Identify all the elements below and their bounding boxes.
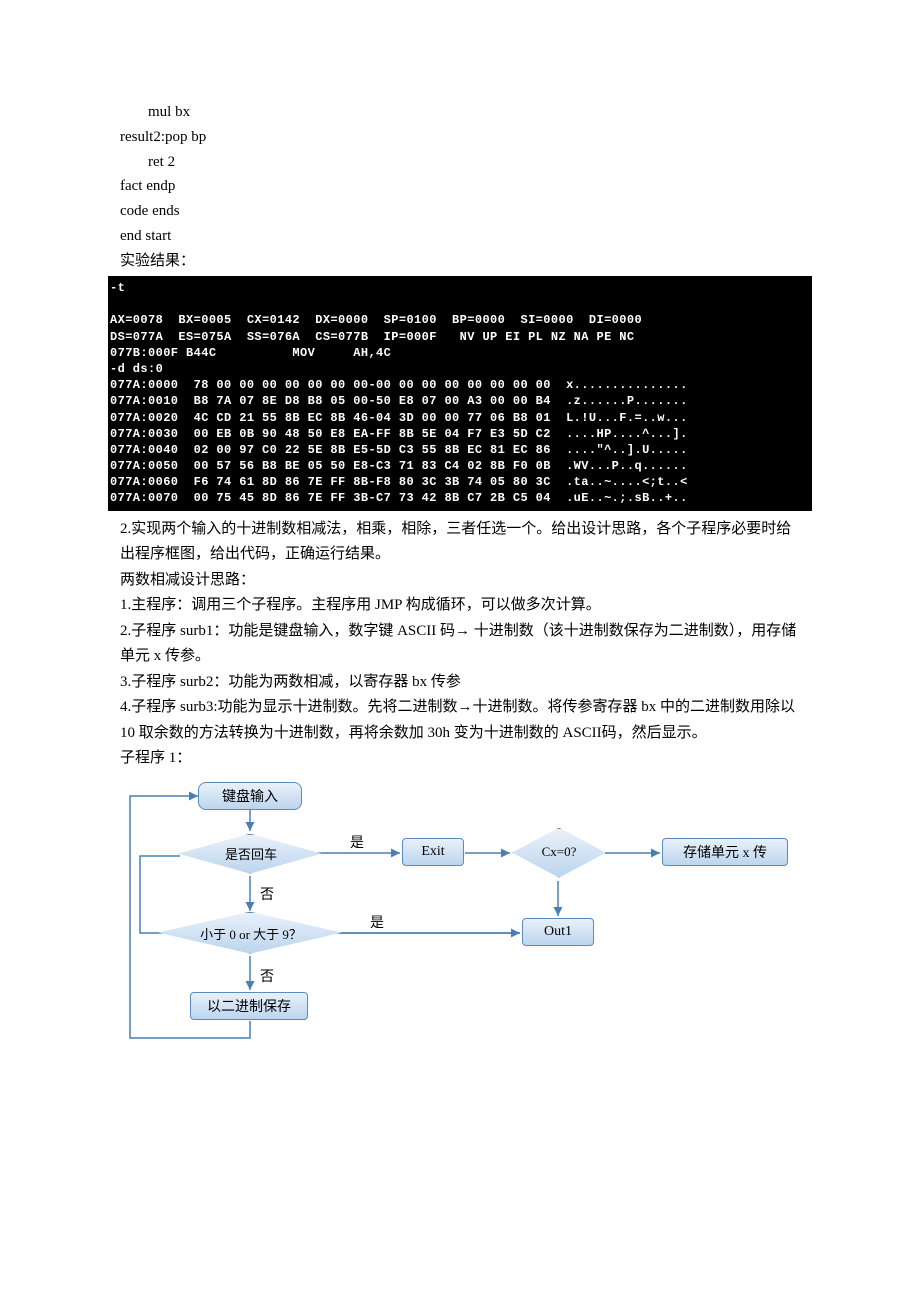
fc-edge-label-yes: 是 bbox=[370, 912, 384, 932]
fc-node-cx0 bbox=[512, 828, 606, 878]
result-label: 实验结果： bbox=[120, 249, 800, 275]
design-step: 3.子程序 surb2：功能为两数相减，以寄存器 bx 传参 bbox=[120, 670, 800, 696]
design-step: 1.主程序：调用三个子程序。主程序用 JMP 构成循环，可以做多次计算。 bbox=[120, 593, 800, 619]
terminal-output: -t AX=0078 BX=0005 CX=0142 DX=0000 SP=01… bbox=[108, 276, 812, 511]
fc-edge-label-no: 否 bbox=[260, 884, 274, 904]
subprogram-1-label: 子程序 1： bbox=[120, 746, 800, 772]
flowchart-subprogram-1: 键盘输入 是否回车 小于 0 or 大于 9？ 以二进制保存 Exit Cx=0… bbox=[120, 776, 800, 1056]
code-block: mul bx result2:pop bp ret 2 fact endp co… bbox=[120, 100, 800, 249]
fc-node-out1: Out1 bbox=[522, 918, 594, 946]
design-step: 4.子程序 surb3:功能为显示十进制数。先将二进制数→十进制数。将传参寄存器… bbox=[120, 695, 800, 746]
code-line: ret 2 bbox=[120, 150, 800, 175]
fc-edge-label-yes: 是 bbox=[350, 832, 364, 852]
fc-node-label: Exit bbox=[421, 844, 444, 860]
code-line: code ends bbox=[120, 199, 800, 224]
fc-node-label: Out1 bbox=[544, 924, 572, 940]
section-2-title: 2.实现两个输入的十进制数相减法，相乘，相除，三者任选一个。给出设计思路，各个子… bbox=[120, 517, 800, 568]
design-step: 2.子程序 surb1：功能是键盘输入，数字键 ASCII 码→ 十进制数（该十… bbox=[120, 619, 800, 670]
fc-node-range bbox=[158, 912, 342, 954]
code-line: end start bbox=[120, 224, 800, 249]
fc-node-label: 以二进制保存 bbox=[207, 996, 291, 1016]
code-line: mul bx bbox=[120, 100, 800, 125]
design-label: 两数相减设计思路： bbox=[120, 568, 800, 594]
code-line: fact endp bbox=[120, 174, 800, 199]
fc-node-label: 存储单元 x 传 bbox=[683, 842, 767, 862]
fc-node-store-x: 存储单元 x 传 bbox=[662, 838, 788, 866]
fc-node-save: 以二进制保存 bbox=[190, 992, 308, 1020]
document-page: mul bx result2:pop bp ret 2 fact endp co… bbox=[0, 0, 920, 1096]
fc-edge-label-no: 否 bbox=[260, 966, 274, 986]
code-line: result2:pop bp bbox=[120, 125, 800, 150]
fc-node-label: 键盘输入 bbox=[222, 786, 278, 806]
fc-node-is-enter bbox=[178, 834, 322, 874]
fc-node-input: 键盘输入 bbox=[198, 782, 302, 810]
fc-node-exit: Exit bbox=[402, 838, 464, 866]
